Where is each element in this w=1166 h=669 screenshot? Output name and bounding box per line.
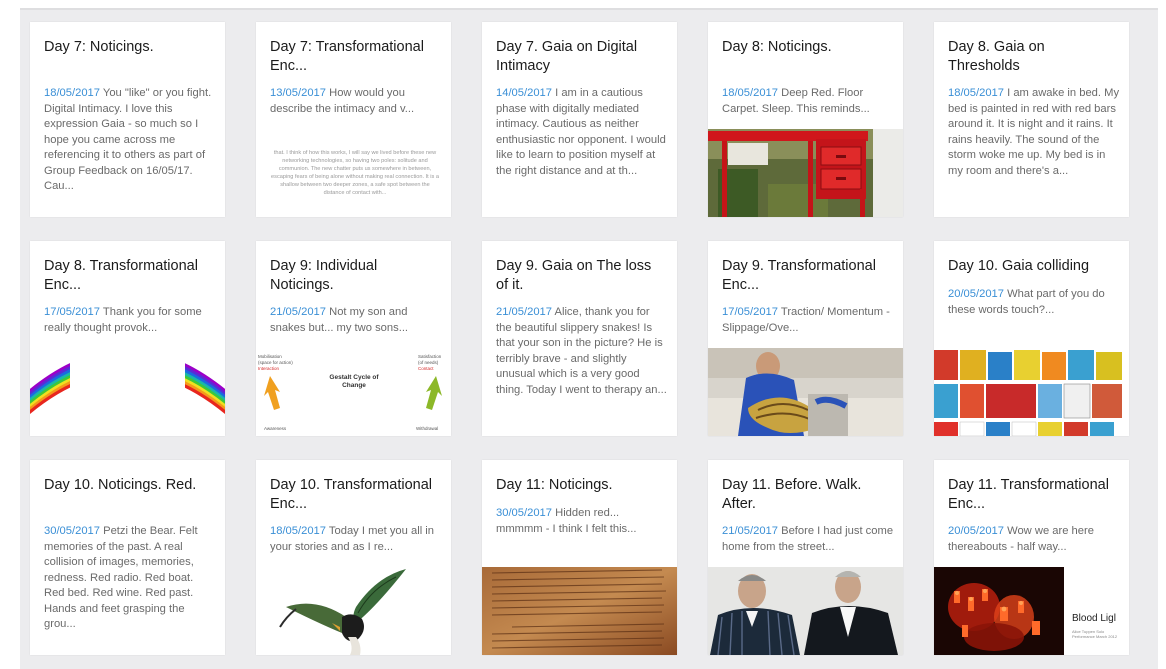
post-card-day10-gaia-colliding[interactable]: Day 10. Gaia colliding 20/05/2017 What p… (934, 241, 1129, 436)
post-date: 14/05/2017 (496, 87, 552, 99)
post-title: Day 8: Noticings. (722, 39, 832, 55)
post-excerpt: 30/05/2017 Hidden red... mmmmm - I think… (496, 506, 668, 537)
post-title: Day 8. Gaia on Thresholds (948, 39, 1045, 74)
post-date: 13/05/2017 (270, 87, 326, 99)
post-title: Day 10. Gaia colliding (948, 258, 1090, 274)
post-date: 21/05/2017 (270, 306, 326, 318)
post-excerpt: 20/05/2017 What part of you do these wor… (948, 287, 1120, 318)
post-title: Day 11. Before. Walk. After. (722, 477, 862, 512)
post-excerpt-text: Petzi the Bear. Felt memories of the pas… (44, 525, 198, 630)
rainbow-arc-image (30, 348, 225, 436)
post-excerpt: 30/05/2017 Petzi the Bear. Felt memories… (44, 524, 216, 633)
book-page-photo (482, 567, 677, 655)
gestalt-contact-label: Contact (418, 366, 434, 371)
gestalt-withdrawal-label: Withdrawal (416, 426, 439, 431)
post-date: 18/05/2017 (44, 87, 100, 99)
post-date: 21/05/2017 (722, 525, 778, 537)
post-excerpt: 18/05/2017 I am awake in bed. My bed is … (948, 86, 1120, 179)
post-date: 30/05/2017 (496, 507, 552, 519)
post-title: Day 7: Noticings. (44, 39, 154, 55)
post-excerpt: 17/05/2017 Traction/ Momentum - Slippage… (722, 305, 894, 336)
post-title: Day 7: Transformational Enc... (270, 39, 424, 74)
post-card-day8-noticings[interactable]: Day 8: Noticings. 18/05/2017 Deep Red. F… (708, 22, 903, 217)
post-date: 20/05/2017 (948, 288, 1004, 300)
post-excerpt: 14/05/2017 I am in a cautious phase with… (496, 86, 668, 179)
blood-light-poster-subtitle: Alice Tuppen Solo Performance March 2012 (1072, 629, 1118, 639)
post-card-day11-noticings[interactable]: Day 11: Noticings. 30/05/2017 Hidden red… (482, 460, 677, 655)
post-excerpt: 18/05/2017 Deep Red. Floor Carpet. Sleep… (722, 86, 894, 117)
post-date: 18/05/2017 (270, 525, 326, 537)
blood-light-poster-image: Blood Ligl Alice Tuppen Solo Performance… (934, 567, 1129, 655)
post-card-day9-gaia-loss[interactable]: Day 9. Gaia on The loss of it. 21/05/201… (482, 241, 677, 436)
post-card-day9-transformational[interactable]: Day 9. Transformational Enc... 17/05/201… (708, 241, 903, 436)
post-card-day11-before-walk-after[interactable]: Day 11. Before. Walk. After. 21/05/2017 … (708, 460, 903, 655)
post-date: 30/05/2017 (44, 525, 100, 537)
post-card-day9-individual-noticings[interactable]: Day 9: Individual Noticings. 21/05/2017 … (256, 241, 451, 436)
page-background: Day 7: Noticings. 18/05/2017 You "like" … (20, 8, 1158, 669)
post-date: 20/05/2017 (948, 525, 1004, 537)
post-grid: Day 7: Noticings. 18/05/2017 You "like" … (30, 22, 1129, 655)
post-excerpt-text: Alice, thank you for the beautiful slipp… (496, 306, 667, 396)
post-date: 21/05/2017 (496, 306, 552, 318)
post-excerpt: 21/05/2017 Before I had just come home f… (722, 524, 894, 555)
gestalt-awareness-label: Awareness (264, 426, 287, 431)
document-excerpt-image: that. I think of how this works, I will … (271, 150, 439, 196)
post-card-day7-gaia-digital-intimacy[interactable]: Day 7. Gaia on Digital Intimacy 14/05/20… (482, 22, 677, 217)
post-title: Day 9. Transformational Enc... (722, 258, 876, 293)
post-title: Day 11. Transformational Enc... (948, 477, 1109, 512)
post-title: Day 7. Gaia on Digital Intimacy (496, 39, 638, 74)
post-excerpt: 20/05/2017 Wow we are here thereabouts -… (948, 524, 1120, 555)
bird-illustration (256, 567, 451, 655)
post-excerpt-text: I am awake in bed. My bed is painted in … (948, 87, 1120, 177)
post-excerpt: 13/05/2017 How would you describe the in… (270, 86, 442, 117)
post-title: Day 10. Transformational Enc... (270, 477, 432, 512)
post-excerpt: 17/05/2017 Thank you for some really tho… (44, 305, 216, 336)
post-excerpt: 18/05/2017 Today I met you all in your s… (270, 524, 442, 555)
post-title: Day 9. Gaia on The loss of it. (496, 258, 652, 293)
blood-light-poster-title: Blood Ligl (1072, 613, 1116, 624)
post-date: 18/05/2017 (722, 87, 778, 99)
post-excerpt: 21/05/2017 Not my son and snakes but... … (270, 305, 442, 336)
post-date: 17/05/2017 (44, 306, 100, 318)
post-date: 17/05/2017 (722, 306, 778, 318)
post-card-day8-transformational[interactable]: Day 8. Transformational Enc... 17/05/201… (30, 241, 225, 436)
post-excerpt: 18/05/2017 You "like" or you fight. Digi… (44, 86, 216, 195)
post-title: Day 10. Noticings. Red. (44, 477, 197, 493)
two-men-photo (708, 567, 903, 655)
post-card-day10-noticings-red[interactable]: Day 10. Noticings. Red. 30/05/2017 Petzi… (30, 460, 225, 655)
post-date: 18/05/2017 (948, 87, 1004, 99)
post-card-day10-transformational[interactable]: Day 10. Transformational Enc... 18/05/20… (256, 460, 451, 655)
post-title: Day 9: Individual Noticings. (270, 258, 378, 293)
post-card-day7-noticings[interactable]: Day 7: Noticings. 18/05/2017 You "like" … (30, 22, 225, 217)
post-excerpt-text: I am in a cautious phase with digitally … (496, 87, 666, 177)
post-title: Day 8. Transformational Enc... (44, 258, 198, 293)
post-excerpt-text: You "like" or you fight. Digital Intimac… (44, 87, 212, 192)
gestalt-interaction-label: Interaction (258, 366, 280, 371)
child-with-snake-photo (708, 348, 903, 436)
book-covers-collage-image (934, 348, 1129, 436)
red-desk-photo (708, 129, 903, 217)
post-card-day11-transformational[interactable]: Day 11. Transformational Enc... 20/05/20… (934, 460, 1129, 655)
gestalt-cycle-diagram: Mobilisation (space for action) Interact… (256, 348, 451, 436)
gestalt-center-label: Gestalt Cycle of Change (329, 374, 379, 389)
post-card-day7-transformational[interactable]: Day 7: Transformational Enc... 13/05/201… (256, 22, 451, 217)
post-excerpt: 21/05/2017 Alice, thank you for the beau… (496, 305, 668, 398)
post-card-day8-gaia-thresholds[interactable]: Day 8. Gaia on Thresholds 18/05/2017 I a… (934, 22, 1129, 217)
post-title: Day 11: Noticings. (496, 477, 613, 493)
